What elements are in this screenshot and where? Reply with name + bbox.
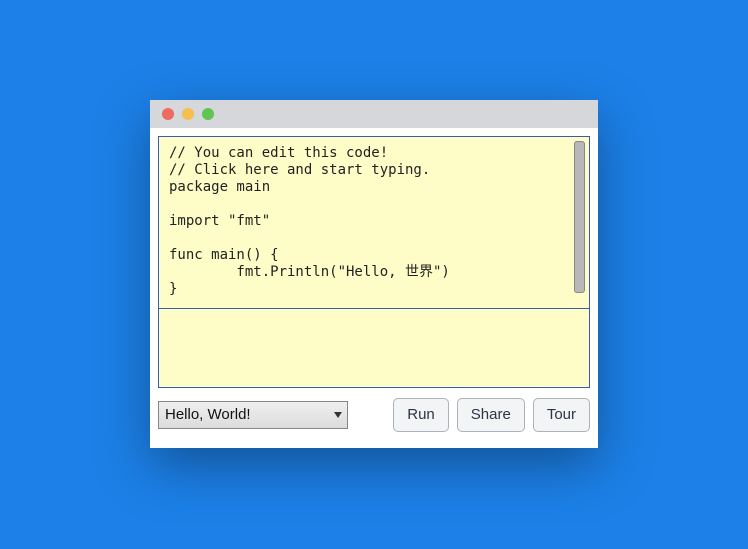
code-text[interactable]: // You can edit this code! // Click here… [159,137,589,308]
toolbar: Hello, World! Run Share Tour [158,398,590,432]
output-pane [159,309,589,387]
titlebar [150,100,598,128]
example-select-value: Hello, World! [165,406,251,423]
button-group: Run Share Tour [393,398,590,432]
run-button[interactable]: Run [393,398,449,432]
maximize-icon[interactable] [202,108,214,120]
share-button[interactable]: Share [457,398,525,432]
scrollbar-vertical[interactable] [574,141,585,293]
tour-button[interactable]: Tour [533,398,590,432]
example-select[interactable]: Hello, World! [158,401,348,429]
minimize-icon[interactable] [182,108,194,120]
code-editor[interactable]: // You can edit this code! // Click here… [159,137,589,309]
close-icon[interactable] [162,108,174,120]
window-content: // You can edit this code! // Click here… [150,128,598,448]
editor-area: // You can edit this code! // Click here… [158,136,590,388]
chevron-down-icon [330,403,345,427]
app-window: // You can edit this code! // Click here… [150,100,598,448]
